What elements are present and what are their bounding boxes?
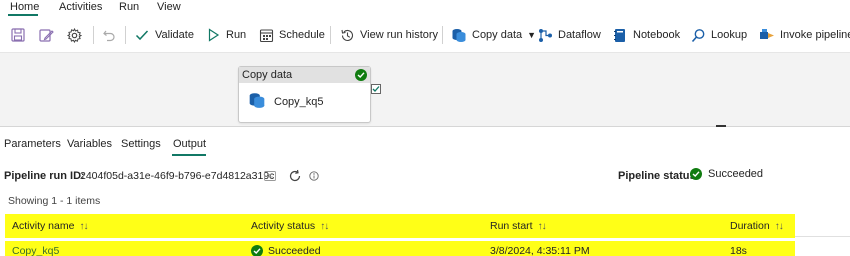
- validate-label: Validate: [155, 29, 194, 41]
- lookup-button[interactable]: Lookup: [690, 25, 747, 45]
- pipeline-status-value: Succeeded: [708, 168, 764, 180]
- active-output-tab-indicator: [172, 154, 206, 156]
- activity-type-label: Copy data: [242, 69, 293, 81]
- items-count: Showing 1 - 1 items: [8, 195, 101, 207]
- dataflow-button[interactable]: Dataflow: [537, 25, 601, 45]
- toolbar-separator: [330, 26, 331, 44]
- column-label: Duration: [730, 220, 770, 232]
- schedule-label: Schedule: [279, 29, 325, 41]
- dataflow-icon: [537, 27, 553, 43]
- sort-icon[interactable]: ↑↓: [320, 221, 329, 232]
- column-header-duration[interactable]: Duration ↑↓: [730, 214, 784, 238]
- chevron-down-icon: ▼: [527, 30, 537, 40]
- sort-icon[interactable]: ↑↓: [79, 221, 88, 232]
- save-icon: [10, 27, 26, 43]
- notebook-label: Notebook: [633, 29, 681, 41]
- column-label: Activity status: [251, 220, 316, 232]
- activity-runs-table: Activity name ↑↓ Activity status ↑↓ Run …: [5, 214, 795, 256]
- toolbar-separator: [125, 26, 126, 44]
- dataflow-label: Dataflow: [558, 29, 601, 41]
- pipeline-status: Succeeded: [690, 168, 763, 180]
- activity-name: Copy_kq5: [274, 95, 324, 108]
- column-label: Run start: [490, 220, 533, 232]
- view-run-history-label: View run history: [360, 29, 439, 41]
- tab-activities[interactable]: Activities: [59, 1, 102, 13]
- pipeline-status-label: Pipeline status: [618, 170, 696, 182]
- save-button[interactable]: [10, 25, 26, 45]
- sort-icon[interactable]: ↑↓: [538, 221, 547, 232]
- schedule-button[interactable]: Schedule: [258, 25, 325, 45]
- success-check-icon: [355, 69, 367, 81]
- column-header-run-start[interactable]: Run start ↑↓: [490, 214, 547, 238]
- activity-status-value: Succeeded: [268, 245, 321, 256]
- column-header-activity-status[interactable]: Activity status ↑↓: [251, 214, 329, 238]
- output-panel-tabs: Parameters Variables Settings Output: [0, 136, 850, 156]
- copy-data-icon: [451, 27, 467, 43]
- copy-icon[interactable]: [264, 171, 276, 184]
- run-start-cell: 3/8/2024, 4:35:11 PM: [490, 245, 590, 256]
- toolbar-separator: [93, 26, 94, 44]
- ribbon-tabs: Home Activities Run View: [0, 0, 850, 16]
- tab-settings[interactable]: Settings: [121, 138, 161, 150]
- invoke-pipeline-button[interactable]: Invoke pipeline: [759, 25, 850, 45]
- view-run-history-button[interactable]: View run history: [339, 25, 438, 45]
- run-label: Run: [226, 29, 247, 41]
- undo-icon: [101, 27, 117, 43]
- settings-button[interactable]: [66, 25, 82, 45]
- success-check-icon: [690, 168, 702, 180]
- run-info-row: Pipeline run ID: 2404f05d-a31e-46f9-b796…: [0, 168, 850, 186]
- copy-data-dropdown[interactable]: Copy data ▼: [451, 25, 536, 45]
- copy-data-label: Copy data: [472, 29, 523, 41]
- pipeline-canvas[interactable]: Copy data Copy_kq5: [0, 53, 850, 127]
- notebook-icon: [612, 27, 628, 43]
- history-icon: [339, 27, 355, 43]
- activity-body: Copy_kq5: [239, 83, 370, 112]
- calendar-icon: [258, 27, 274, 43]
- activity-status-cell: Succeeded: [251, 241, 321, 256]
- active-tab-indicator: [8, 14, 38, 16]
- refresh-icon[interactable]: [288, 169, 302, 186]
- column-label: Activity name: [12, 220, 75, 232]
- run-button[interactable]: Run: [205, 25, 246, 45]
- tab-home[interactable]: Home: [10, 1, 39, 13]
- table-header: Activity name ↑↓ Activity status ↑↓ Run …: [5, 214, 795, 238]
- edit-icon: [38, 27, 54, 43]
- run-id-label: Pipeline run ID:: [4, 170, 85, 182]
- tab-variables[interactable]: Variables: [67, 138, 112, 150]
- toolbar: Validate Run Schedule View run history C…: [0, 17, 850, 53]
- search-icon: [690, 27, 706, 43]
- activity-header: Copy data: [239, 67, 370, 83]
- edit-button[interactable]: [38, 25, 54, 45]
- tab-run[interactable]: Run: [119, 1, 139, 13]
- duration-cell: 18s: [730, 245, 747, 256]
- info-icon[interactable]: [309, 171, 319, 184]
- copy-data-icon: [248, 91, 266, 112]
- table-divider: [795, 236, 850, 237]
- panel-resize-handle[interactable]: [716, 125, 726, 127]
- toolbar-separator: [442, 26, 443, 44]
- table-row[interactable]: Copy_kq5 Succeeded 3/8/2024, 4:35:11 PM …: [5, 241, 795, 256]
- checkmark-icon: [134, 27, 150, 43]
- copy-data-activity[interactable]: Copy data Copy_kq5: [238, 66, 371, 123]
- lookup-label: Lookup: [711, 29, 748, 41]
- tab-view[interactable]: View: [157, 1, 181, 13]
- play-icon: [205, 27, 221, 43]
- invoke-pipeline-icon: [759, 27, 775, 43]
- invoke-pipeline-label: Invoke pipeline: [780, 29, 850, 41]
- run-id-value: 2404f05d-a31e-46f9-b796-e7d4812a319c: [80, 170, 275, 182]
- undo-button[interactable]: [101, 25, 117, 45]
- activity-side-checkbox[interactable]: [371, 84, 381, 94]
- sort-icon[interactable]: ↑↓: [775, 221, 784, 232]
- notebook-button[interactable]: Notebook: [612, 25, 680, 45]
- gear-icon: [66, 27, 82, 43]
- tab-parameters[interactable]: Parameters: [4, 138, 61, 150]
- column-header-activity-name[interactable]: Activity name ↑↓: [12, 214, 88, 238]
- validate-button[interactable]: Validate: [134, 25, 194, 45]
- success-check-icon: [251, 245, 263, 256]
- activity-name-link[interactable]: Copy_kq5: [12, 241, 59, 256]
- tab-output[interactable]: Output: [173, 138, 206, 150]
